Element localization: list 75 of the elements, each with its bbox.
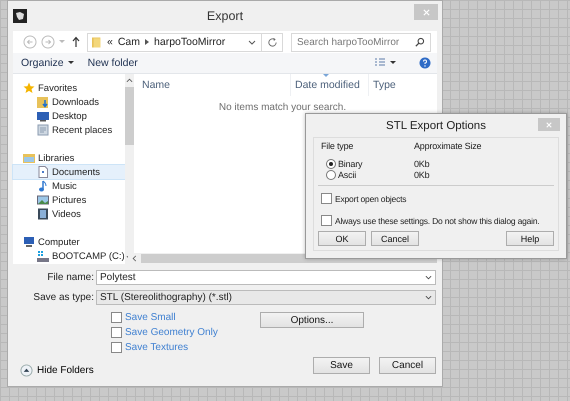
scroll-up-icon[interactable] <box>126 78 133 83</box>
search-field[interactable]: Search harpoTooMirror <box>291 32 431 52</box>
monitor-icon <box>37 110 49 122</box>
up-arrow-icon[interactable] <box>72 36 80 48</box>
sidebar-item[interactable]: Pictures <box>13 193 125 207</box>
column-header[interactable]: Type <box>369 74 437 96</box>
sidebar-item[interactable]: Desktop <box>13 109 125 123</box>
option-checkbox[interactable]: Save Geometry Only <box>111 326 260 339</box>
save-button[interactable]: Save <box>313 357 370 374</box>
file-name-label: File name: <box>46 272 95 282</box>
organize-menu[interactable]: Organize <box>19 57 76 69</box>
option-checkbox[interactable]: Save Small <box>111 311 260 324</box>
ok-button[interactable]: OK <box>318 231 366 246</box>
list-icon <box>37 124 49 136</box>
options-button[interactable]: Options... <box>260 312 364 328</box>
refresh-icon[interactable] <box>267 36 278 48</box>
sidebar-item[interactable]: BOOTCAMP (C:) <box>13 249 125 263</box>
cancel-button[interactable]: Cancel <box>379 357 436 374</box>
sidebar-item[interactable]: Downloads <box>13 95 125 109</box>
help-icon[interactable] <box>419 57 431 69</box>
music-note-icon <box>37 180 49 192</box>
setting-checkbox[interactable]: Export open objects <box>318 193 554 204</box>
size-value: 0Kb <box>414 159 430 169</box>
sidebar-item[interactable]: Videos <box>13 207 125 221</box>
column-header: Approximate Size <box>414 141 482 151</box>
hide-folders-button[interactable]: Hide Folders <box>20 364 94 377</box>
scroll-left-icon[interactable] <box>132 255 137 262</box>
close-icon <box>546 122 552 128</box>
caret-icon <box>68 61 74 65</box>
picture-icon <box>37 194 49 206</box>
file-type-radio[interactable]: Ascii <box>321 170 414 180</box>
option-checkbox[interactable]: Save Textures <box>111 341 260 354</box>
collapse-icon <box>20 364 33 377</box>
view-options-icon[interactable] <box>375 58 397 68</box>
breadcrumb[interactable]: Cam <box>118 36 140 48</box>
dropdown-caret-icon <box>425 274 432 280</box>
download-folder-icon <box>37 96 49 108</box>
file-name-field[interactable]: Polytest <box>96 270 436 284</box>
size-value: 0Kb <box>414 170 430 180</box>
file-type-radio[interactable]: Binary <box>321 159 414 169</box>
sidebar-group[interactable]: Computer <box>13 235 125 249</box>
setting-checkbox[interactable]: Always use these settings. Do not show this dialog again. <box>318 215 554 226</box>
overflow-chevron[interactable]: « <box>107 36 113 48</box>
library-folder-icon <box>23 152 35 164</box>
sidebar-item[interactable]: Music <box>13 179 125 193</box>
drive-icon <box>37 250 49 262</box>
empty-message: No items match your search. <box>218 102 346 113</box>
help-button[interactable]: Help <box>506 231 554 246</box>
breadcrumb[interactable]: harpoTooMirror <box>154 36 226 48</box>
star-icon <box>23 82 35 94</box>
cancel-button[interactable]: Cancel <box>371 231 419 246</box>
document-icon <box>37 166 49 178</box>
film-icon <box>37 208 49 220</box>
address-bar[interactable]: « Cam harpoTooMirror <box>87 32 283 52</box>
app-logo-icon <box>13 9 27 23</box>
folder-icon <box>92 36 102 48</box>
save-as-type-dropdown[interactable]: STL (Stereolithography) (*.stl) <box>96 290 436 304</box>
sidebar-item[interactable]: Documents <box>13 165 125 179</box>
column-header: File type <box>321 141 354 151</box>
dropdown-caret-icon <box>425 294 432 300</box>
window-title: Export <box>206 9 244 23</box>
close-icon <box>422 8 430 16</box>
column-header[interactable]: Date modified <box>291 74 369 96</box>
sidebar-group[interactable]: Favorites <box>13 81 125 95</box>
new-folder-button[interactable]: New folder <box>86 57 140 69</box>
search-icon <box>415 37 425 47</box>
save-as-type-label: Save as type: <box>32 292 95 302</box>
chevron-right-icon <box>145 39 150 45</box>
dropdown-caret-icon[interactable] <box>248 40 256 44</box>
sidebar-group[interactable]: Libraries <box>13 151 125 165</box>
computer-icon <box>23 236 35 248</box>
dialog-title: STL Export Options <box>386 120 486 132</box>
column-header[interactable]: Name <box>128 74 291 96</box>
sidebar-item[interactable]: Recent places <box>13 123 125 137</box>
scroll-thumb[interactable] <box>124 87 134 145</box>
